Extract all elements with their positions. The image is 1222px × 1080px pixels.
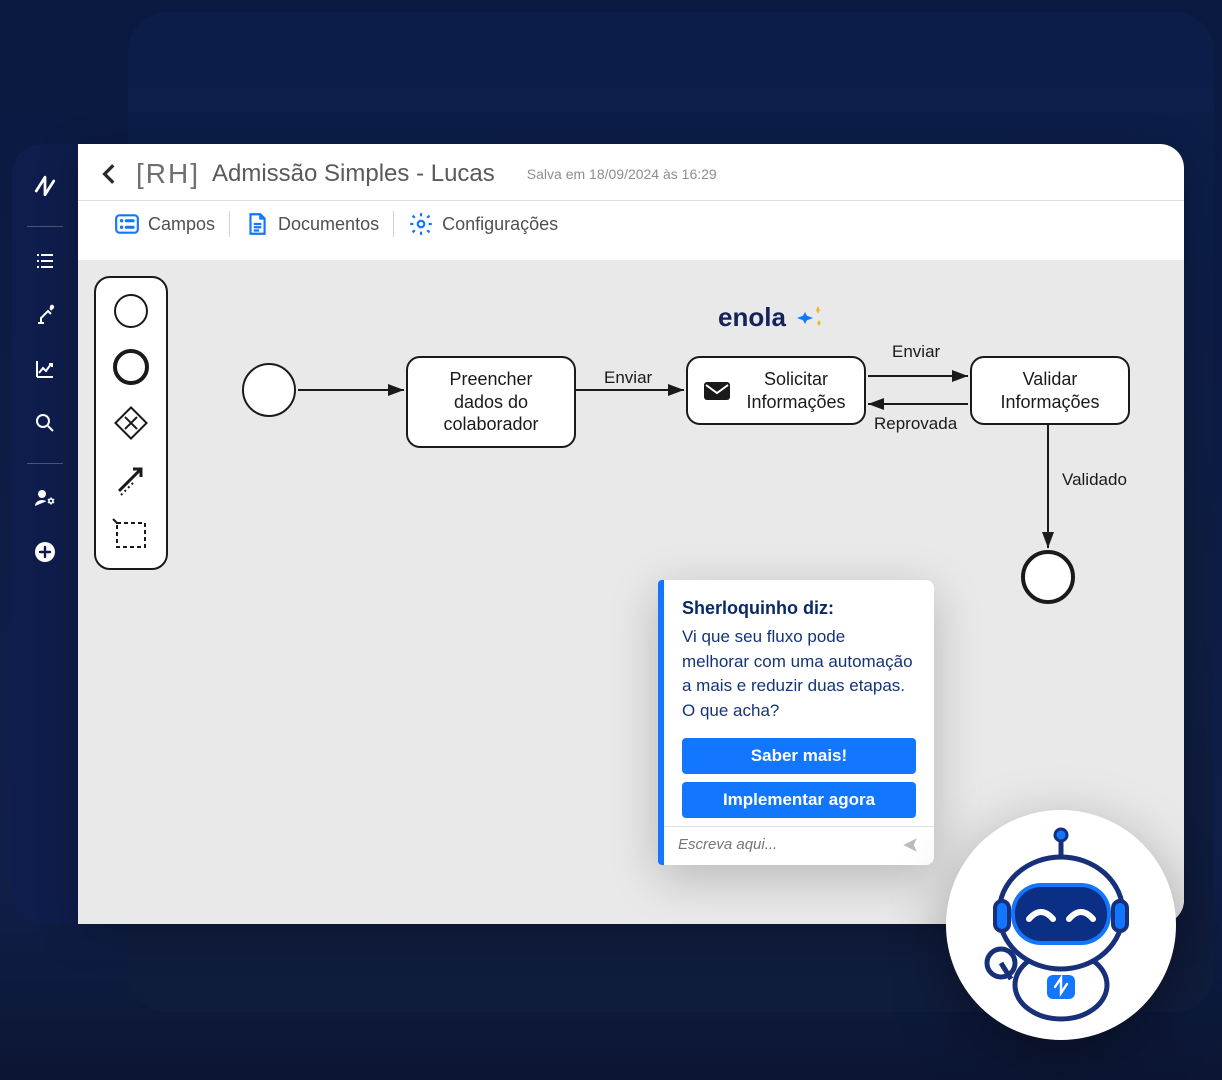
node-label: Solicitar Informações: [744, 368, 848, 413]
circle-thick-icon[interactable]: [108, 344, 154, 390]
title-prefix: [RH]: [136, 158, 200, 190]
search-icon[interactable]: [25, 403, 65, 443]
sparkle-icon: [792, 304, 826, 332]
tab-configuracoes[interactable]: Configurações: [400, 207, 566, 241]
edge-label: Validado: [1062, 470, 1127, 490]
arrow-dashed-icon[interactable]: [108, 456, 154, 502]
chart-up-icon[interactable]: [25, 349, 65, 389]
plus-circle-icon[interactable]: [25, 532, 65, 572]
save-timestamp: Salva em 18/09/2024 às 16:29: [527, 166, 717, 182]
toolbar-separator: [393, 211, 394, 237]
toolbar-separator: [229, 211, 230, 237]
chat-input-row: [664, 826, 934, 865]
list-check-icon[interactable]: [25, 241, 65, 281]
tab-label: Configurações: [442, 214, 558, 235]
tab-label: Documentos: [278, 214, 379, 235]
circle-thin-icon[interactable]: [108, 288, 154, 334]
edge-label: Enviar: [892, 342, 940, 362]
enola-badge: enola: [718, 302, 826, 333]
edge-label: Reprovada: [874, 414, 957, 434]
node-solicitar[interactable]: Solicitar Informações: [686, 356, 866, 425]
start-node[interactable]: [242, 363, 296, 417]
settings-icon: [408, 211, 434, 237]
node-validar[interactable]: Validar Informações: [970, 356, 1130, 425]
tab-documentos[interactable]: Documentos: [236, 207, 387, 241]
bot-avatar[interactable]: [946, 810, 1176, 1040]
tab-label: Campos: [148, 214, 215, 235]
shape-palette: [94, 276, 168, 570]
nav-divider: [27, 226, 63, 227]
fields-icon: [114, 211, 140, 237]
assistant-message: Vi que seu fluxo pode melhorar com uma a…: [682, 625, 916, 724]
tab-campos[interactable]: Campos: [106, 207, 223, 241]
implement-now-button[interactable]: Implementar agora: [682, 782, 916, 818]
learn-more-button[interactable]: Saber mais!: [682, 738, 916, 774]
page-title: Admissão Simples - Lucas: [212, 160, 495, 188]
mail-icon: [704, 382, 730, 400]
app-logo-icon[interactable]: [25, 166, 65, 206]
toolbar: Campos Documentos Configurações: [78, 201, 1184, 251]
nav-rail: [12, 144, 78, 924]
app-window: [RH] Admissão Simples - Lucas Salva em 1…: [78, 144, 1184, 924]
assistant-name: Sherloquinho diz:: [682, 598, 916, 619]
back-button[interactable]: [96, 160, 124, 188]
assistant-popup: Sherloquinho diz: Vi que seu fluxo pode …: [658, 580, 934, 865]
edge-label: Enviar: [604, 368, 652, 388]
rectangle-dashed-icon[interactable]: [108, 512, 154, 558]
user-gear-icon[interactable]: [25, 478, 65, 518]
document-icon: [244, 211, 270, 237]
end-node[interactable]: [1021, 550, 1075, 604]
node-preencher[interactable]: Preencher dados do colaborador: [406, 356, 576, 448]
diamond-x-icon[interactable]: [108, 400, 154, 446]
chat-input[interactable]: [678, 836, 892, 853]
node-label: Preencher dados do colaborador: [424, 368, 558, 436]
node-label: Validar Informações: [988, 368, 1112, 413]
titlebar: [RH] Admissão Simples - Lucas Salva em 1…: [78, 144, 1184, 201]
enola-label: enola: [718, 302, 786, 333]
robot-arm-icon[interactable]: [25, 295, 65, 335]
send-icon[interactable]: [900, 835, 920, 855]
nav-divider: [27, 463, 63, 464]
